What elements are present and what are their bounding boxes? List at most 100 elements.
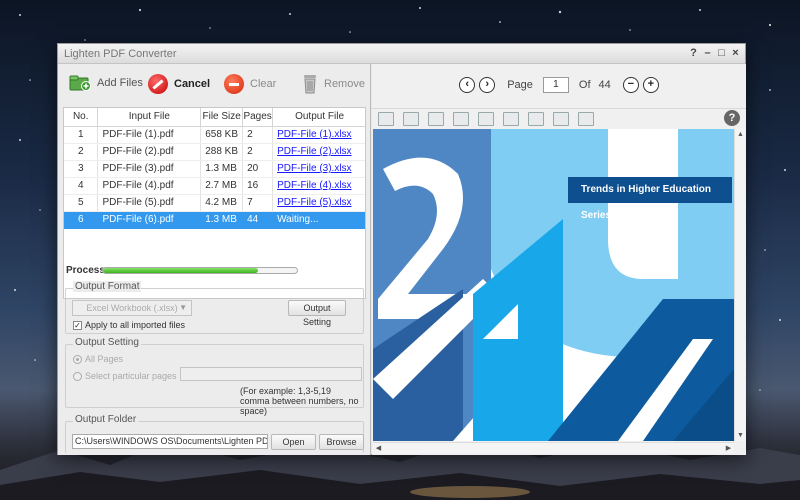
zoom-out-button[interactable]: − bbox=[622, 77, 639, 93]
row-pages: 44 bbox=[242, 211, 274, 229]
clear-button[interactable]: Clear bbox=[224, 74, 276, 94]
remove-label: Remove bbox=[324, 78, 365, 90]
app-window: Lighten PDF Converter ? – □ × Add Files … bbox=[57, 43, 746, 455]
pages-input[interactable] bbox=[180, 367, 362, 381]
table-row[interactable]: 2 PDF-File (2).pdf 288 KB 2 PDF-File (2)… bbox=[64, 143, 365, 161]
output-file-link[interactable]: PDF-File (5).xlsx bbox=[277, 197, 351, 208]
apply-all-checkbox[interactable]: ✓ Apply to all imported files bbox=[73, 320, 185, 330]
cancel-button[interactable]: Cancel bbox=[148, 74, 210, 94]
horizontal-scrollbar[interactable]: ◀ ▶ bbox=[373, 442, 734, 453]
table-region-icon[interactable] bbox=[578, 111, 594, 126]
row-file-size: 2.7 MB bbox=[200, 177, 244, 195]
output-format-value: Excel Workbook (.xlsx) bbox=[86, 303, 178, 313]
output-setting-button[interactable]: Output Setting bbox=[288, 300, 346, 327]
table-header: No. Input File File Size Pages Output Fi… bbox=[64, 108, 365, 127]
eye-view-icon[interactable] bbox=[378, 111, 394, 126]
header-no[interactable]: No. bbox=[64, 108, 99, 127]
row-pages: 20 bbox=[242, 160, 274, 178]
output-file-link[interactable]: PDF-File (3).xlsx bbox=[277, 163, 351, 174]
help-icon[interactable]: ? bbox=[724, 110, 740, 126]
table-row[interactable]: 1 PDF-File (1).pdf 658 KB 2 PDF-File (1)… bbox=[64, 126, 365, 144]
title-bar[interactable]: Lighten PDF Converter ? – □ × bbox=[58, 44, 745, 64]
row-input-file: PDF-File (3).pdf bbox=[97, 160, 202, 178]
hint-line-1: (For example: 1,3-5,19 bbox=[240, 386, 332, 396]
row-no: 4 bbox=[64, 177, 99, 195]
minimize-button[interactable]: – bbox=[702, 46, 713, 61]
help-window-button[interactable]: ? bbox=[688, 46, 699, 61]
output-file-link[interactable]: PDF-File (4).xlsx bbox=[277, 180, 351, 191]
image-view-icon[interactable] bbox=[428, 111, 444, 126]
output-file-link[interactable]: PDF-File (1).xlsx bbox=[277, 129, 351, 140]
document-cover-artwork bbox=[373, 129, 734, 441]
select-pages-radio[interactable]: Select particular pages bbox=[73, 371, 177, 381]
view-toolbar bbox=[372, 108, 746, 128]
zoom-in-button[interactable]: + bbox=[642, 77, 659, 93]
output-folder-path[interactable]: C:\Users\WINDOWS OS\Documents\Lighten PD… bbox=[72, 434, 268, 449]
table-row-selected[interactable]: 6 PDF-File (6).pdf 1.3 MB 44 Waiting... bbox=[64, 211, 365, 229]
row-input-file: PDF-File (2).pdf bbox=[97, 143, 202, 161]
all-pages-radio[interactable]: All Pages bbox=[73, 354, 123, 364]
add-files-button[interactable]: Add Files bbox=[69, 74, 143, 92]
hint-line-2: comma between numbers, no space) bbox=[240, 396, 359, 416]
prev-page-button[interactable]: ‹ bbox=[459, 77, 476, 93]
close-button[interactable]: × bbox=[730, 46, 741, 61]
header-pages[interactable]: Pages bbox=[242, 108, 274, 127]
vertical-scrollbar[interactable]: ▲ ▼ bbox=[734, 129, 745, 441]
browse-button[interactable]: Browse bbox=[319, 434, 364, 450]
column-region-icon[interactable] bbox=[503, 111, 519, 126]
maximize-button[interactable]: □ bbox=[716, 46, 727, 61]
add-files-label: Add Files bbox=[97, 77, 143, 89]
of-label: Of bbox=[578, 79, 591, 91]
output-format-group: Output Format Excel Workbook (.xlsx) ▼ O… bbox=[65, 281, 364, 334]
checkbox-box: ✓ bbox=[73, 320, 82, 330]
cancel-label: Cancel bbox=[174, 78, 211, 90]
page-number-input[interactable]: 1 bbox=[542, 77, 569, 93]
output-file-link[interactable]: PDF-File (2).xlsx bbox=[277, 146, 351, 157]
header-output-file[interactable]: Output File bbox=[272, 108, 365, 127]
grid-view-icon[interactable] bbox=[403, 111, 419, 126]
row-pages: 2 bbox=[242, 143, 274, 161]
remove-button[interactable]: Remove bbox=[302, 74, 365, 94]
output-format-title: Output Format bbox=[73, 281, 142, 292]
table-row[interactable]: 5 PDF-File (5).pdf 4.2 MB 7 PDF-File (5)… bbox=[64, 194, 365, 212]
output-format-select[interactable]: Excel Workbook (.xlsx) ▼ bbox=[72, 300, 192, 316]
row-no: 2 bbox=[64, 143, 99, 161]
window-title: Lighten PDF Converter bbox=[64, 48, 177, 60]
scroll-right-icon[interactable]: ▶ bbox=[724, 444, 733, 453]
row-output-file: PDF-File (2).xlsx bbox=[272, 143, 365, 161]
row-region-icon[interactable] bbox=[553, 111, 569, 126]
output-folder-title: Output Folder bbox=[73, 414, 139, 425]
output-setting-group: Output Setting All Pages Select particul… bbox=[65, 337, 364, 416]
output-setting-title: Output Setting bbox=[73, 337, 141, 348]
row-file-size: 4.2 MB bbox=[200, 194, 244, 212]
document-title-banner: Trends in Higher Education Series bbox=[568, 177, 732, 221]
row-no: 5 bbox=[64, 194, 99, 212]
left-pane: Add Files Cancel Clear Remove No. Input … bbox=[58, 64, 371, 455]
row-input-file: PDF-File (1).pdf bbox=[97, 126, 202, 144]
table-row[interactable]: 4 PDF-File (4).pdf 2.7 MB 16 PDF-File (4… bbox=[64, 177, 365, 195]
scroll-up-icon[interactable]: ▲ bbox=[736, 130, 745, 139]
row-file-size: 658 KB bbox=[200, 126, 244, 144]
scroll-left-icon[interactable]: ◀ bbox=[374, 444, 383, 453]
chevron-down-icon: ▼ bbox=[179, 303, 187, 312]
header-input-file[interactable]: Input File bbox=[97, 108, 202, 127]
row-input-file: PDF-File (6).pdf bbox=[97, 211, 202, 229]
header-file-size[interactable]: File Size bbox=[200, 108, 244, 127]
row-output-file: PDF-File (5).xlsx bbox=[272, 194, 365, 212]
process-progress-bar bbox=[102, 267, 298, 274]
progress-fill bbox=[103, 268, 259, 273]
header-region-icon[interactable] bbox=[478, 111, 494, 126]
row-input-file: PDF-File (4).pdf bbox=[97, 177, 202, 195]
remove-region-icon[interactable] bbox=[453, 111, 469, 126]
edit-region-icon[interactable] bbox=[528, 111, 544, 126]
open-folder-button[interactable]: Open bbox=[271, 434, 316, 450]
toolbar: Add Files Cancel Clear Remove bbox=[58, 64, 371, 106]
table-row[interactable]: 3 PDF-File (3).pdf 1.3 MB 20 PDF-File (3… bbox=[64, 160, 365, 178]
clear-icon bbox=[224, 74, 244, 94]
page-label: Page bbox=[507, 79, 533, 91]
row-file-size: 1.3 MB bbox=[200, 160, 244, 178]
row-no: 3 bbox=[64, 160, 99, 178]
row-file-size: 1.3 MB bbox=[200, 211, 244, 229]
scroll-down-icon[interactable]: ▼ bbox=[736, 431, 745, 440]
next-page-button[interactable]: › bbox=[479, 77, 496, 93]
